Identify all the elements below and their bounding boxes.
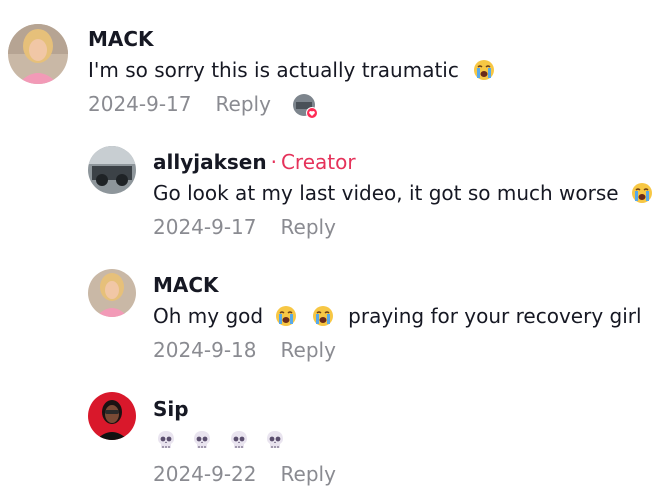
author-username[interactable]: allyjaksen [153, 150, 267, 174]
comment-author[interactable]: Sip [153, 397, 189, 421]
comment-author[interactable]: allyjaksen · Creator [153, 150, 356, 174]
reply-button[interactable]: Reply [281, 338, 336, 362]
comment-text: Go look at my last video, it got so much… [153, 180, 655, 206]
reply-button[interactable]: Reply [281, 215, 336, 239]
reply-button[interactable]: Reply [281, 462, 336, 486]
comment-meta: 2024-9-17 Reply [153, 215, 336, 239]
comment-author[interactable]: MACK [88, 27, 154, 51]
loudly-crying-face-emoji [312, 305, 334, 327]
skull-emoji [155, 429, 177, 451]
skull-emoji [264, 429, 286, 451]
comment-date: 2024-9-18 [153, 338, 257, 362]
avatar[interactable] [8, 24, 68, 84]
loudly-crying-face-emoji [473, 59, 495, 81]
loudly-crying-face-emoji [631, 182, 653, 204]
comment-body: Go look at my last video, it got so much… [153, 181, 619, 205]
comment-author[interactable]: MACK [153, 273, 219, 297]
skull-emoji [191, 429, 213, 451]
avatar[interactable] [88, 269, 136, 317]
comment-body-end: praying for your recovery girl [348, 304, 642, 328]
comment-meta: 2024-9-17 Reply [88, 92, 271, 116]
loudly-crying-face-emoji [275, 305, 297, 327]
avatar[interactable] [88, 146, 136, 194]
comment-meta: 2024-9-18 Reply [153, 338, 336, 362]
badge-separator: · [270, 150, 277, 174]
comment-date: 2024-9-17 [153, 215, 257, 239]
skull-emoji [228, 429, 250, 451]
comment-text: Oh my god praying for your recovery girl [153, 303, 642, 329]
comment-meta: 2024-9-22 Reply [153, 462, 336, 486]
creator-badge: Creator [280, 150, 356, 174]
avatar[interactable] [88, 392, 136, 440]
comment-date: 2024-9-22 [153, 462, 257, 486]
comment-body: I'm so sorry this is actually traumatic [88, 58, 459, 82]
reply-button[interactable]: Reply [216, 92, 271, 116]
comment-text [153, 427, 288, 453]
comment-date: 2024-9-17 [88, 92, 192, 116]
creator-liked-icon [292, 93, 318, 119]
comment-text: I'm so sorry this is actually traumatic [88, 57, 497, 83]
comment-body-start: Oh my god [153, 304, 264, 328]
